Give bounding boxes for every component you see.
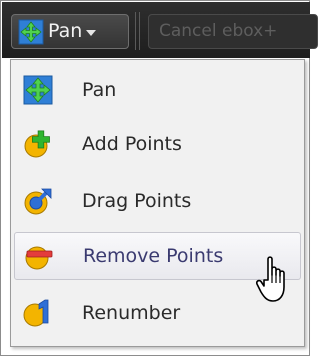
cancel-button[interactable]: Cancel ebox+ [148,14,318,49]
menu-item-label: Remove Points [83,245,224,267]
menu-item-add-points[interactable]: Add Points [14,120,301,168]
remove-points-icon [25,246,53,270]
tool-button-label: Pan [48,20,83,42]
drag-points-icon [24,188,52,215]
tool-mode-dropdown-button[interactable]: Pan [11,14,129,49]
menu-item-label: Add Points [82,133,182,155]
menu-item-drag-points[interactable]: Drag Points [14,177,301,225]
renumber-icon [23,299,49,327]
menu-item-label: Drag Points [82,190,192,212]
window-frame: Pan Cancel ebox+ Pan Add Points Drag Poi… [0,0,318,356]
chevron-down-icon [86,29,97,36]
toolbar-separator [135,12,140,50]
toolbar: Pan Cancel ebox+ [2,2,318,58]
menu-item-label: Renumber [82,302,181,324]
menu-item-label: Pan [82,79,117,101]
pan-icon [18,19,44,44]
hand-pointer-cursor-icon [256,256,285,302]
add-points-icon [24,130,50,158]
pan-icon [23,75,53,105]
menu-item-pan[interactable]: Pan [14,66,301,114]
